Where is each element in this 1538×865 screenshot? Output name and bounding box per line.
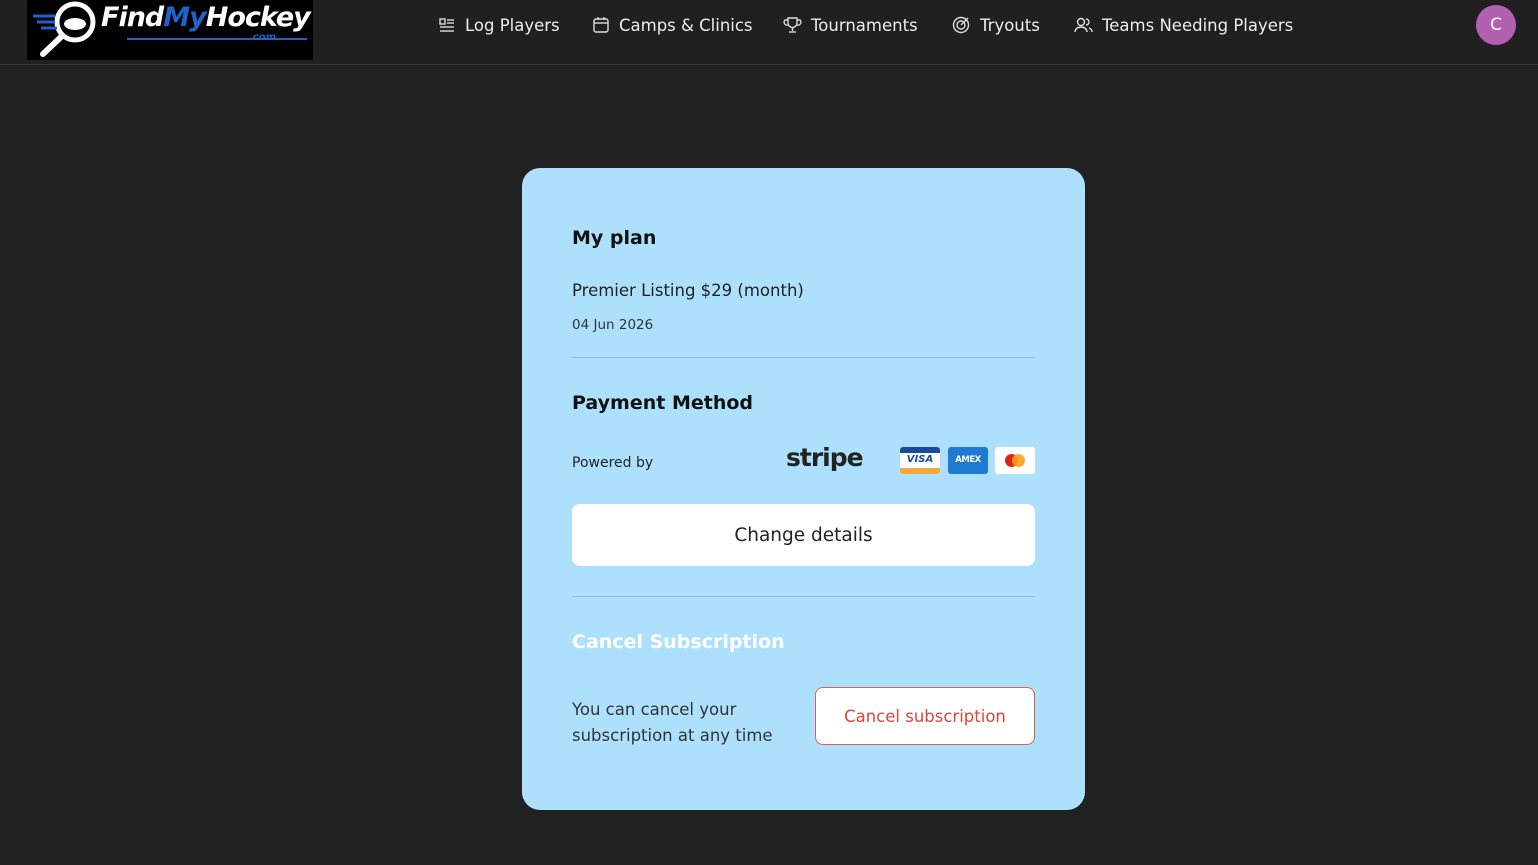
nav-label: Camps & Clinics (619, 15, 753, 35)
calendar-icon (593, 17, 609, 33)
cancel-subscription-button[interactable]: Cancel subscription (815, 687, 1035, 745)
stripe-logo: stripe (786, 443, 864, 472)
amex-card-icon: AMEX (948, 447, 988, 474)
divider (572, 357, 1035, 358)
user-avatar[interactable]: C (1476, 5, 1516, 45)
plan-renewal-date: 04 Jun 2026 (572, 317, 654, 333)
divider (572, 596, 1035, 597)
list-icon (439, 18, 454, 32)
cancel-subscription-heading: Cancel Subscription (572, 631, 785, 653)
magnifier-puck-icon (33, 1, 96, 57)
target-icon (952, 16, 970, 34)
users-icon (1074, 17, 1093, 33)
top-navbar: FindMyHockey .com Log Players Camps & Cl… (0, 0, 1538, 65)
visa-card-icon: VISA (900, 447, 940, 474)
findmyhockey-logo[interactable]: FindMyHockey .com (27, 0, 313, 60)
change-details-button[interactable]: Change details (572, 504, 1035, 566)
nav-label: Teams Needing Players (1102, 15, 1294, 35)
logo-domain: .com (249, 32, 277, 43)
logo-wordmark: FindMyHockey (101, 2, 311, 33)
nav-tournaments[interactable]: Tournaments (783, 13, 918, 37)
logo-underline (127, 38, 307, 40)
trophy-icon (783, 17, 802, 33)
nav-tryouts[interactable]: Tryouts (952, 13, 1040, 37)
nav-label: Log Players (465, 15, 560, 35)
nav-label: Tryouts (980, 15, 1040, 35)
nav-label: Tournaments (811, 15, 918, 35)
plan-name: Premier Listing $29 (month) (572, 281, 804, 300)
nav-teams-needing-players[interactable]: Teams Needing Players (1074, 13, 1293, 37)
mastercard-icon (995, 447, 1035, 474)
nav-camps-clinics[interactable]: Camps & Clinics (592, 13, 753, 37)
cancel-description: You can cancel your subscription at any … (572, 700, 773, 745)
nav-log-players[interactable]: Log Players (438, 13, 560, 37)
my-plan-heading: My plan (572, 227, 657, 249)
subscription-card: My plan Premier Listing $29 (month) 04 J… (522, 168, 1085, 810)
payment-method-heading: Payment Method (572, 392, 754, 414)
